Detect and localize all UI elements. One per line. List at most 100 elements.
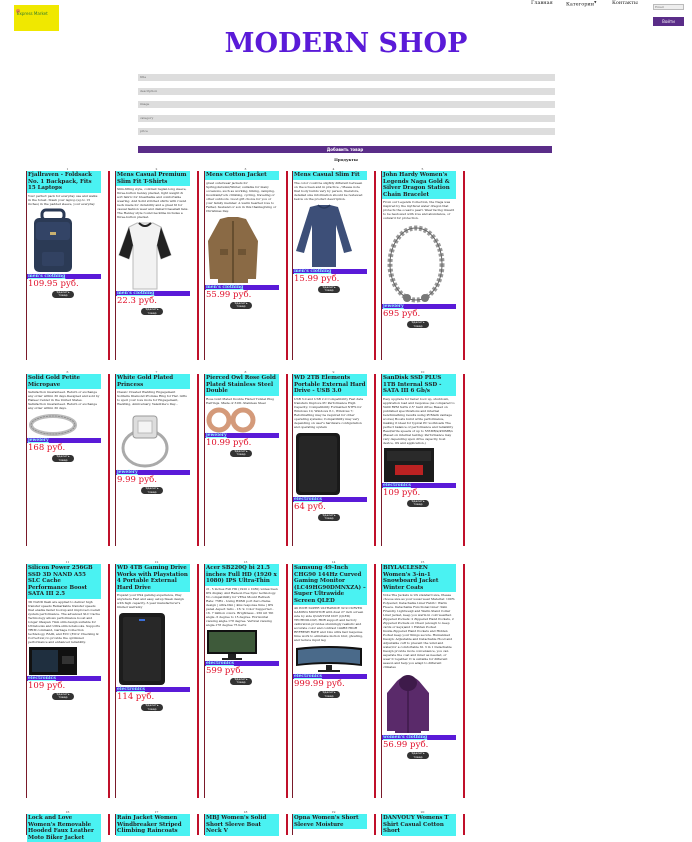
jacket-image (206, 215, 286, 285)
product-card: 7 White Gold Plated Princess Classic Cre… (115, 370, 199, 546)
product-number: 17 (154, 810, 159, 814)
delete-product-button[interactable]: Удалить товар (318, 513, 340, 521)
delete-product-button[interactable]: Удалить товар (52, 692, 74, 700)
product-price: 10.99 руб. (206, 437, 252, 448)
product-price: 999.99 руб. (294, 679, 345, 689)
product-price: 109 руб. (383, 487, 421, 498)
product-card: 16 Lock and Love Women's Removable Hoode… (26, 810, 110, 842)
category-input[interactable]: category (138, 115, 555, 122)
product-title: Lock and Love Women's Removable Hooded F… (27, 814, 101, 842)
product-number: 20 (420, 810, 425, 814)
products-heading: Продукты (334, 157, 358, 162)
product-number: 9 (332, 370, 335, 374)
product-description: Note:The Jackets is US standard size, Pl… (383, 593, 455, 669)
product-price: 9.99 руб. (117, 475, 157, 485)
price-input[interactable]: price (138, 128, 555, 135)
product-title: SanDisk SSD PLUS 1TB Internal SSD - SATA… (382, 374, 456, 396)
product-number: 13 (243, 560, 248, 564)
product-number: 16 (65, 810, 70, 814)
ring-image (28, 412, 108, 438)
delete-product-button[interactable]: Удалить товар (318, 285, 340, 293)
delete-product-button[interactable]: Удалить товар (230, 301, 252, 309)
logo-text: Express Market (17, 11, 48, 16)
title-input[interactable]: title (138, 74, 555, 81)
product-card: 19 Opna Women's Short Sleeve Moisture (292, 810, 376, 835)
delete-product-button[interactable]: Удалить товар (407, 499, 429, 507)
product-number: 1 (66, 167, 69, 171)
product-price: 114 руб. (117, 692, 155, 702)
product-card: 10 SanDisk SSD PLUS 1TB Internal SSD - S… (381, 370, 465, 546)
image-input[interactable]: image (138, 101, 555, 108)
product-description: 3D NAND flash are applied to deliver hig… (28, 599, 100, 644)
product-description: Slim-fitting style, contrast raglan long… (117, 187, 189, 219)
product-number: 12 (154, 560, 159, 564)
delete-product-button[interactable]: Удалить товар (141, 703, 163, 711)
product-price: 599 руб. (206, 665, 244, 676)
nav-contacts-link[interactable]: Контакты (612, 0, 638, 6)
product-price: 109 руб. (28, 680, 66, 691)
product-description: Rose Gold Plated Double Flared Tunnel Pl… (206, 396, 274, 405)
product-price: 64 руб. (294, 501, 326, 512)
ssd-image (28, 646, 108, 676)
description-input[interactable]: description (138, 88, 555, 95)
delete-product-button[interactable]: Удалить товар (230, 677, 252, 685)
product-number: 10 (420, 370, 425, 374)
product-number: 5 (421, 167, 424, 171)
product-title: Samsung 49-Inch CHG90 144Hz Curved Gamin… (293, 564, 367, 605)
product-title: WD 4TB Gaming Drive Works with Playstati… (116, 564, 190, 592)
site-title: MODERN SHOP (224, 28, 468, 59)
delete-product-button[interactable]: Удалить товар (52, 290, 74, 298)
product-card: 20 DANVOUY Womens T Shirt Casual Cotton … (381, 810, 465, 836)
product-card: 1 Fjallraven - Foldsack No. 1 Backpack, … (26, 167, 110, 360)
product-card: 5 John Hardy Women's Legends Naga Gold &… (381, 167, 465, 360)
bracelet-image (383, 222, 463, 304)
product-card: 2 Mens Casual Premium Slim Fit T-Shirts … (115, 167, 199, 360)
product-number: 11 (65, 560, 70, 564)
monitor-image (206, 629, 286, 661)
product-number: 8 (244, 370, 247, 374)
product-title: Rain Jacket Women Windbreaker Striped Cl… (116, 814, 190, 836)
product-description: From our Legends Collection, the Naga wa… (383, 200, 455, 220)
product-price: 15.99 руб. (294, 273, 340, 284)
product-price: 56.99 руб. (383, 740, 429, 750)
product-card: 9 WD 2TB Elements Portable External Hard… (292, 370, 376, 546)
product-description: Your perfect pack for everyday use and w… (28, 193, 98, 206)
product-price: 695 руб. (383, 309, 421, 319)
delete-product-button[interactable]: Удалить товар (230, 449, 252, 457)
product-number: 19 (331, 810, 336, 814)
product-description: The color could be slightly different be… (294, 180, 363, 201)
product-title: Pierced Owl Rose Gold Plated Stainless S… (205, 374, 279, 396)
product-card: 17 Rain Jacket Women Windbreaker Striped… (115, 810, 199, 836)
delete-product-button[interactable]: Удалить товар (407, 320, 429, 328)
delete-product-button[interactable]: Удалить товар (52, 454, 74, 462)
product-title: Mens Cotton Jacket (205, 171, 279, 180)
product-number: 14 (331, 560, 336, 564)
login-button[interactable]: Войти (653, 17, 684, 26)
product-description: 49 INCH SUPER ULTRAWIDE 32:9 CURVED GAMI… (294, 606, 364, 642)
earrings-image (206, 407, 286, 433)
hdd-image (294, 431, 374, 497)
product-number: 3 (244, 167, 247, 171)
add-product-button[interactable]: Добавить товар (138, 146, 552, 153)
login-email-input[interactable]: Email (653, 4, 684, 10)
delete-product-button[interactable]: Удалить товар (141, 486, 163, 494)
nav-categories-dropdown[interactable]: Категории▼ (566, 0, 596, 8)
delete-product-button[interactable]: Удалить товар (407, 751, 429, 759)
product-price: 55.99 руб. (206, 289, 252, 300)
ultrawide-monitor-image (294, 644, 374, 674)
product-title: DANVOUY Womens T Shirt Casual Cotton Sho… (382, 814, 456, 836)
delete-product-button[interactable]: Удалить товар (318, 690, 340, 698)
product-title: Mens Casual Premium Slim Fit T-Shirts (116, 171, 190, 186)
product-card: 4 Mens Casual Slim Fit The color could b… (292, 167, 376, 360)
product-card: 18 MBJ Women's Solid Short Sleeve Boat N… (204, 810, 288, 836)
product-price: 22.3 руб. (117, 296, 157, 306)
product-number: 7 (155, 370, 158, 374)
product-card: 6 Solid Gold Petite Micropave Satisfacti… (26, 370, 110, 546)
nav-home-link[interactable]: Главная (531, 0, 553, 6)
product-card: 12 WD 4TB Gaming Drive Works with Playst… (115, 560, 199, 798)
product-card: 8 Pierced Owl Rose Gold Plated Stainless… (204, 370, 288, 546)
gaming-drive-image (117, 611, 197, 687)
delete-product-button[interactable]: Удалить товар (141, 307, 163, 315)
product-title: BIYLACLESEN Women's 3-in-1 Snowboard Jac… (382, 564, 456, 592)
product-description: great outerwear jackets for Spring/Autum… (206, 180, 277, 213)
